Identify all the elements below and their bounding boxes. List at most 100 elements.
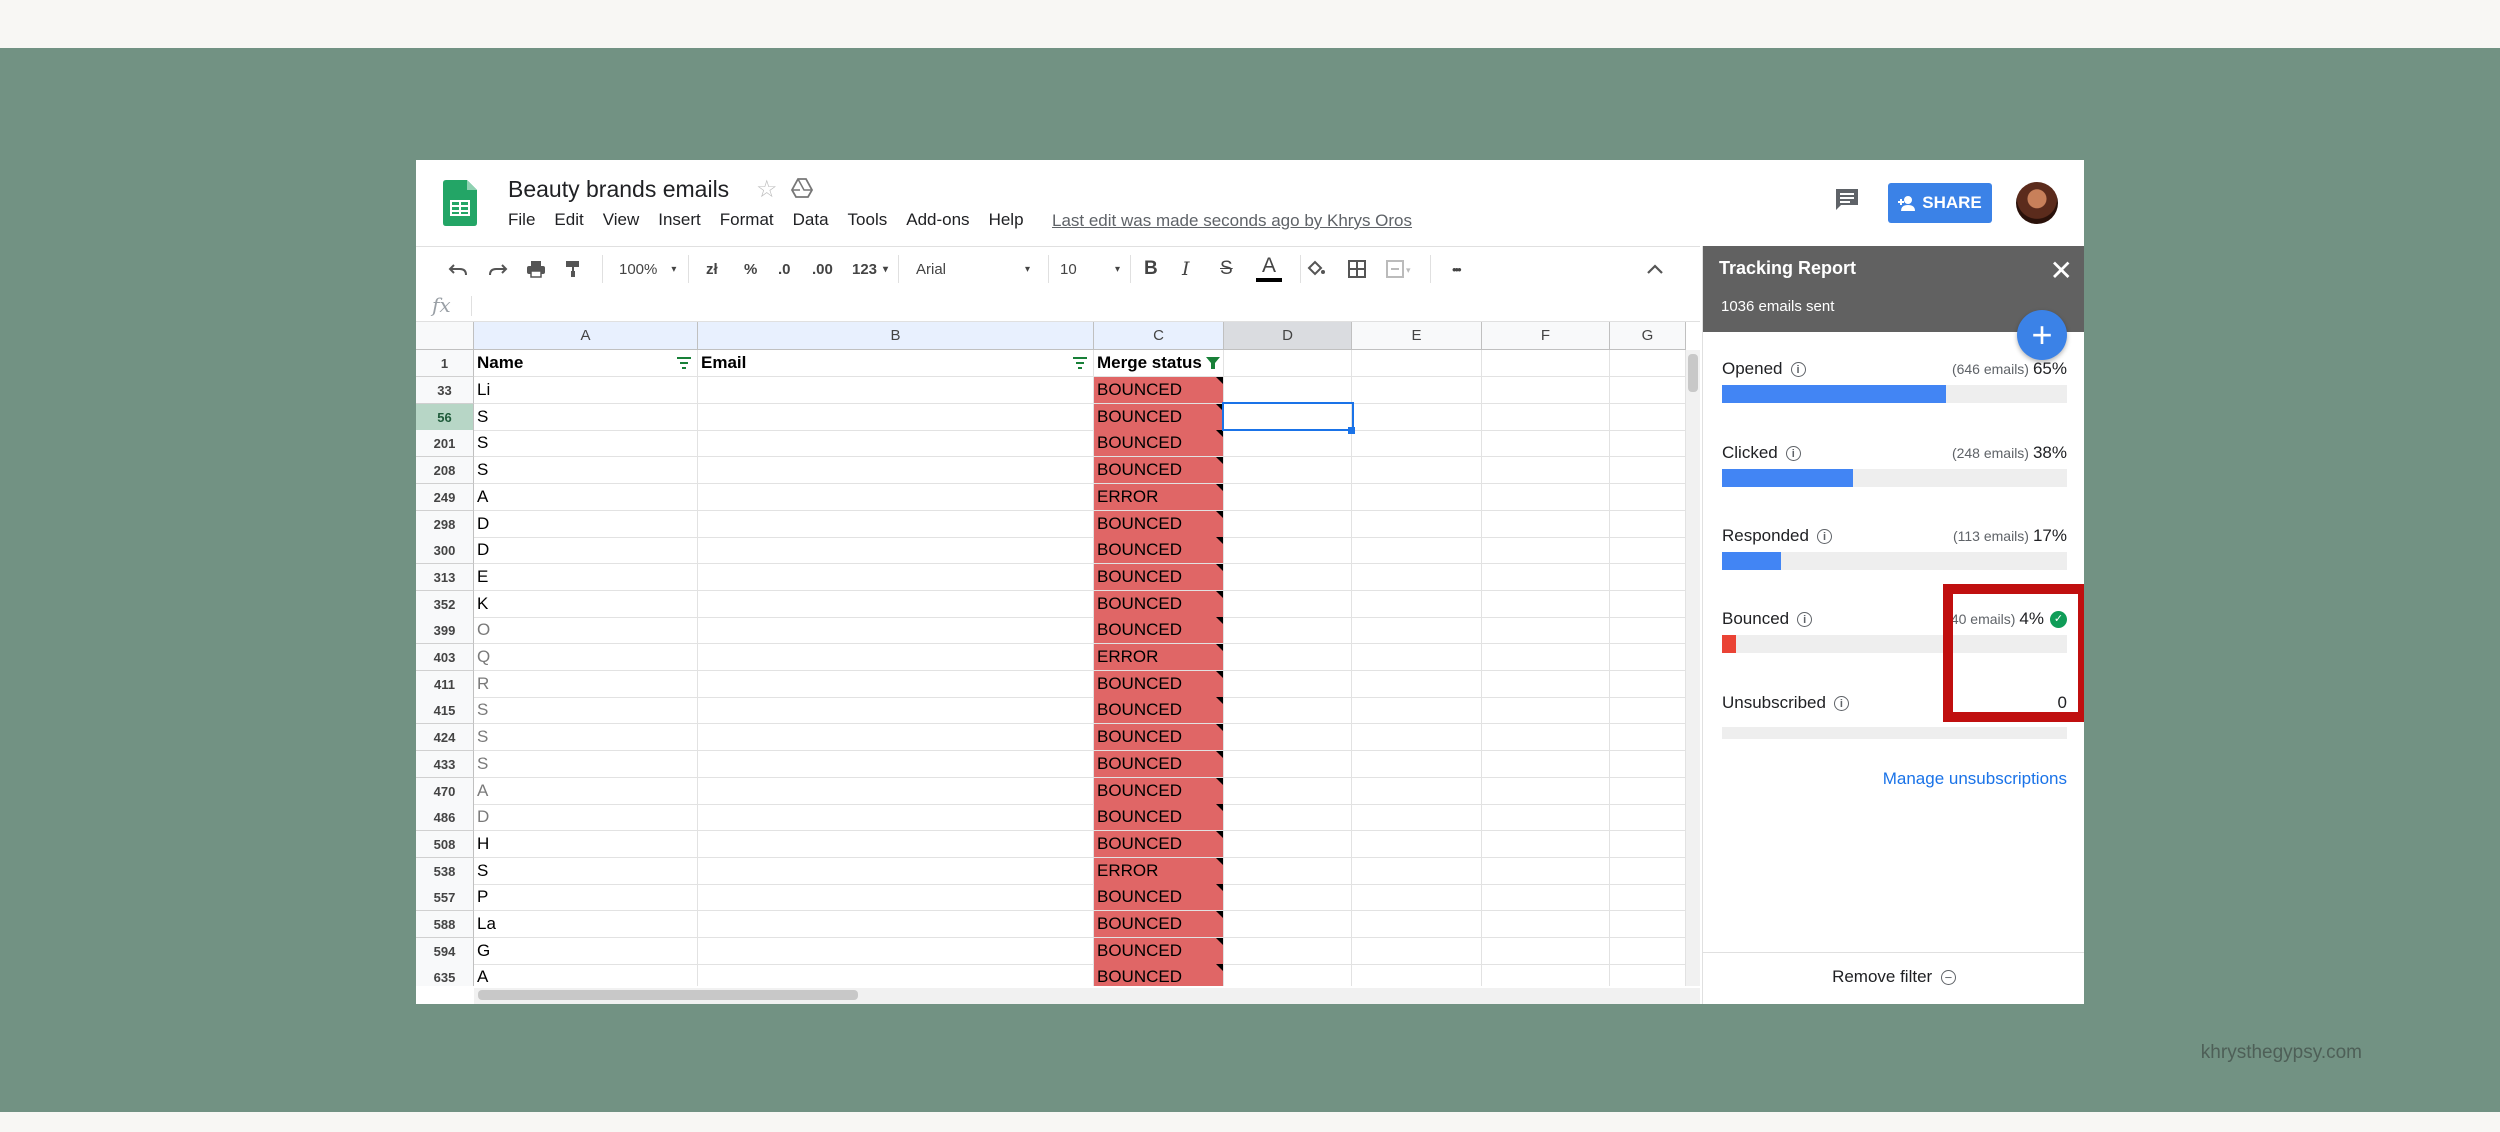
cell[interactable]	[1224, 831, 1352, 858]
cell[interactable]	[1224, 377, 1352, 404]
doc-title[interactable]: Beauty brands emails	[508, 176, 729, 203]
cell[interactable]	[1224, 457, 1352, 484]
email-cell[interactable]	[698, 938, 1094, 965]
info-icon[interactable]: i	[1790, 361, 1806, 377]
menu-edit[interactable]: Edit	[554, 210, 583, 230]
name-cell[interactable]: O	[474, 617, 698, 644]
row-header[interactable]: 588	[416, 911, 474, 938]
cell[interactable]	[1610, 858, 1686, 885]
cell[interactable]	[1352, 884, 1482, 911]
column-header-b[interactable]: B	[698, 322, 1094, 350]
cell[interactable]	[1482, 457, 1610, 484]
select-all-corner[interactable]	[416, 322, 474, 350]
name-cell[interactable]: K	[474, 591, 698, 618]
cell[interactable]	[1610, 671, 1686, 698]
cell[interactable]	[1352, 537, 1482, 564]
font-size-select[interactable]: 10 ▾	[1060, 247, 1120, 291]
cell[interactable]	[1482, 697, 1610, 724]
move-to-drive-icon[interactable]	[790, 176, 814, 200]
cell[interactable]	[1482, 537, 1610, 564]
row-header[interactable]: 56	[416, 404, 474, 431]
cell[interactable]	[1224, 938, 1352, 965]
merge-status-cell[interactable]: BOUNCED	[1094, 404, 1224, 431]
cell[interactable]	[1610, 724, 1686, 751]
cell[interactable]	[1610, 377, 1686, 404]
email-cell[interactable]	[698, 804, 1094, 831]
row-header[interactable]: 300	[416, 537, 474, 564]
header-cell-merge-status[interactable]: Merge status	[1094, 350, 1224, 377]
menu-format[interactable]: Format	[720, 210, 774, 230]
cell[interactable]	[1610, 457, 1686, 484]
row-header[interactable]: 508	[416, 831, 474, 858]
email-cell[interactable]	[698, 644, 1094, 671]
row-header[interactable]: 635	[416, 964, 474, 986]
cell[interactable]	[1610, 564, 1686, 591]
borders-icon[interactable]	[1348, 247, 1366, 291]
merge-status-cell[interactable]: BOUNCED	[1094, 831, 1224, 858]
cell[interactable]	[1352, 350, 1482, 377]
email-cell[interactable]	[698, 537, 1094, 564]
row-header[interactable]: 415	[416, 697, 474, 724]
name-cell[interactable]: S	[474, 724, 698, 751]
cell[interactable]	[1352, 911, 1482, 938]
email-cell[interactable]	[698, 831, 1094, 858]
row-header[interactable]: 411	[416, 671, 474, 698]
column-header-f[interactable]: F	[1482, 322, 1610, 350]
cell[interactable]	[1482, 564, 1610, 591]
filter-active-icon[interactable]	[1206, 357, 1220, 369]
row-header[interactable]: 557	[416, 884, 474, 911]
spreadsheet-grid[interactable]: A B C D E F G 1 Name Email Merge status …	[416, 322, 1700, 986]
cell[interactable]	[1224, 751, 1352, 778]
vertical-scroll-thumb[interactable]	[1688, 354, 1698, 392]
last-edit-link[interactable]: Last edit was made seconds ago by Khrys …	[1052, 211, 1412, 231]
merge-cells-icon[interactable]: ▾	[1386, 247, 1412, 291]
cell[interactable]	[1352, 484, 1482, 511]
manage-unsubscriptions-link[interactable]: Manage unsubscriptions	[1883, 769, 2067, 789]
percent-format-button[interactable]: %	[744, 247, 757, 291]
cell[interactable]	[1482, 858, 1610, 885]
merge-status-cell[interactable]: ERROR	[1094, 858, 1224, 885]
cell[interactable]	[1610, 911, 1686, 938]
row-header[interactable]: 201	[416, 430, 474, 457]
email-cell[interactable]	[698, 671, 1094, 698]
email-cell[interactable]	[698, 377, 1094, 404]
increase-decimal-button[interactable]: .00	[812, 247, 833, 291]
cell[interactable]	[1610, 831, 1686, 858]
cell[interactable]	[1224, 537, 1352, 564]
row-header[interactable]: 33	[416, 377, 474, 404]
cell[interactable]	[1610, 697, 1686, 724]
merge-status-cell[interactable]: BOUNCED	[1094, 457, 1224, 484]
name-cell[interactable]: A	[474, 964, 698, 986]
cell[interactable]	[1224, 671, 1352, 698]
info-icon[interactable]: i	[1833, 695, 1849, 711]
row-header[interactable]: 538	[416, 858, 474, 885]
cell[interactable]	[1352, 778, 1482, 805]
info-icon[interactable]: i	[1816, 528, 1832, 544]
cell[interactable]	[1352, 511, 1482, 538]
cell[interactable]	[1224, 697, 1352, 724]
cell[interactable]	[1224, 724, 1352, 751]
email-cell[interactable]	[698, 858, 1094, 885]
cell[interactable]	[1352, 938, 1482, 965]
cell[interactable]	[1352, 964, 1482, 986]
more-tools-button[interactable]: •••	[1452, 247, 1462, 291]
add-button[interactable]: +	[2017, 310, 2067, 360]
merge-status-cell[interactable]: BOUNCED	[1094, 617, 1224, 644]
merge-status-cell[interactable]: BOUNCED	[1094, 430, 1224, 457]
cell[interactable]	[1610, 804, 1686, 831]
name-cell[interactable]: E	[474, 564, 698, 591]
cell[interactable]	[1352, 591, 1482, 618]
text-color-button[interactable]: A	[1256, 247, 1282, 291]
row-header[interactable]: 313	[416, 564, 474, 591]
cell[interactable]	[1610, 964, 1686, 986]
filter-icon[interactable]	[677, 357, 691, 369]
cell[interactable]	[1482, 724, 1610, 751]
row-header[interactable]: 470	[416, 778, 474, 805]
merge-status-cell[interactable]: BOUNCED	[1094, 697, 1224, 724]
menu-file[interactable]: File	[508, 210, 535, 230]
header-cell-name[interactable]: Name	[474, 350, 698, 377]
merge-status-cell[interactable]: BOUNCED	[1094, 804, 1224, 831]
cell[interactable]	[1610, 430, 1686, 457]
cell[interactable]	[1482, 350, 1610, 377]
name-cell[interactable]: S	[474, 457, 698, 484]
